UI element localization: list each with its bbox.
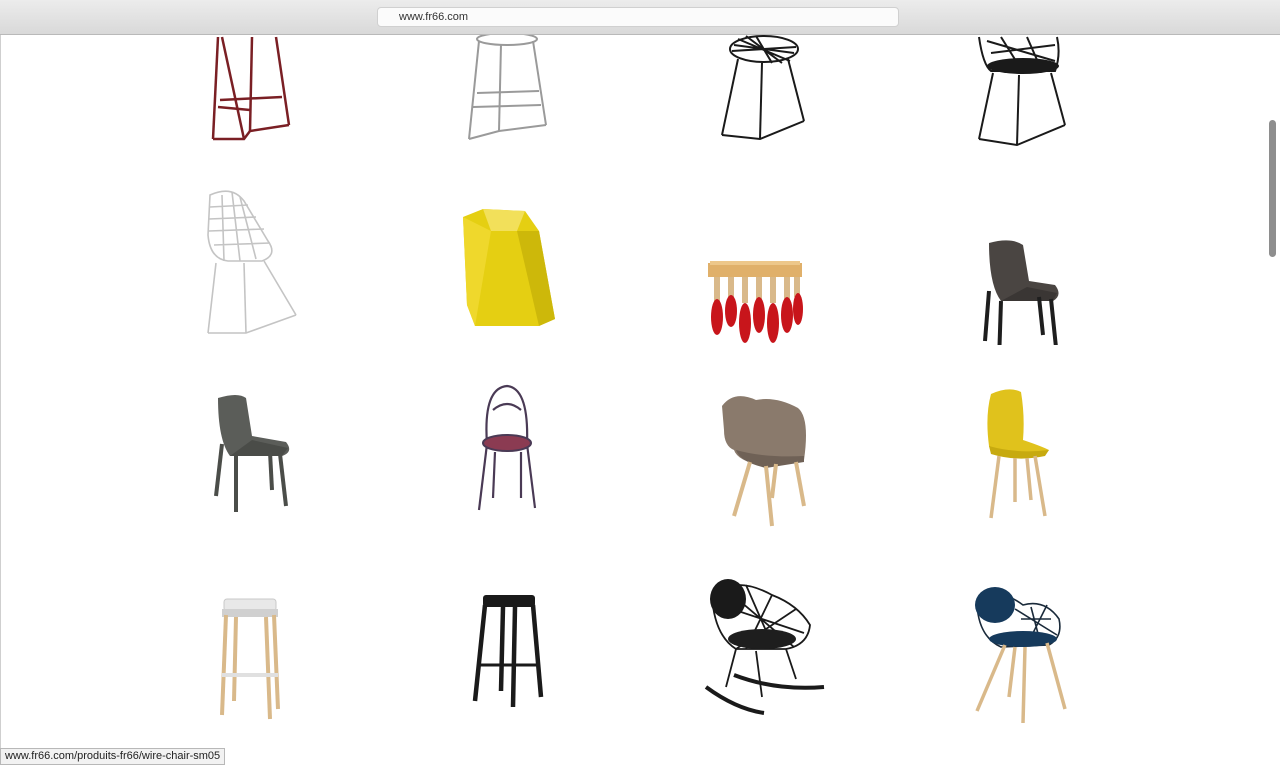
product-tile[interactable] [421, 185, 591, 345]
shell-chair-brown-icon [983, 240, 1059, 345]
product-tile[interactable] [931, 35, 1101, 195]
bistro-chair-purple-icon [477, 384, 537, 511]
product-tile[interactable] [421, 380, 591, 540]
bar-stool-wire-chrome-icon [468, 35, 547, 140]
browser-toolbar: www.fr66.com [0, 0, 1280, 35]
wire-rocking-chair-black-icon [704, 579, 825, 715]
address-bar[interactable]: www.fr66.com [377, 7, 899, 27]
product-grid [1, 35, 1280, 765]
wire-armchair-navy-icon [975, 587, 1067, 724]
wire-chair-white-icon [207, 190, 297, 334]
product-tile[interactable] [931, 185, 1101, 345]
product-tile[interactable] [166, 380, 336, 540]
dipped-leg-bench-red-icon [708, 261, 803, 343]
product-tile[interactable] [166, 35, 336, 195]
product-tile[interactable] [931, 380, 1101, 540]
product-tile[interactable] [166, 575, 336, 735]
product-tile[interactable] [676, 380, 846, 540]
wire-stool-black-icon [721, 35, 805, 141]
product-tile[interactable] [421, 35, 591, 195]
product-tile[interactable] [676, 185, 846, 345]
bar-stool-white-wood-icon [220, 598, 280, 720]
armchair-wood-legs-taupe-icon [722, 396, 806, 527]
product-tile[interactable] [421, 575, 591, 735]
plastic-chair-grey-icon [214, 395, 290, 512]
bar-stool-black-icon [472, 595, 544, 708]
vertical-scrollbar[interactable] [1265, 35, 1280, 765]
product-tile[interactable] [166, 185, 336, 345]
product-tile[interactable] [931, 575, 1101, 735]
faceted-stool-yellow-icon [463, 209, 555, 326]
status-bar-link: www.fr66.com/produits-fr66/wire-chair-sm… [0, 748, 226, 765]
page-content [0, 35, 1280, 765]
scrollbar-thumb[interactable] [1269, 120, 1276, 257]
chair-wood-legs-yellow-icon [987, 389, 1049, 519]
wire-chair-cushion-black-icon [978, 36, 1066, 147]
product-tile[interactable] [676, 35, 846, 195]
bar-stool-wire-burgundy-icon [211, 36, 291, 141]
product-tile[interactable] [676, 575, 846, 735]
